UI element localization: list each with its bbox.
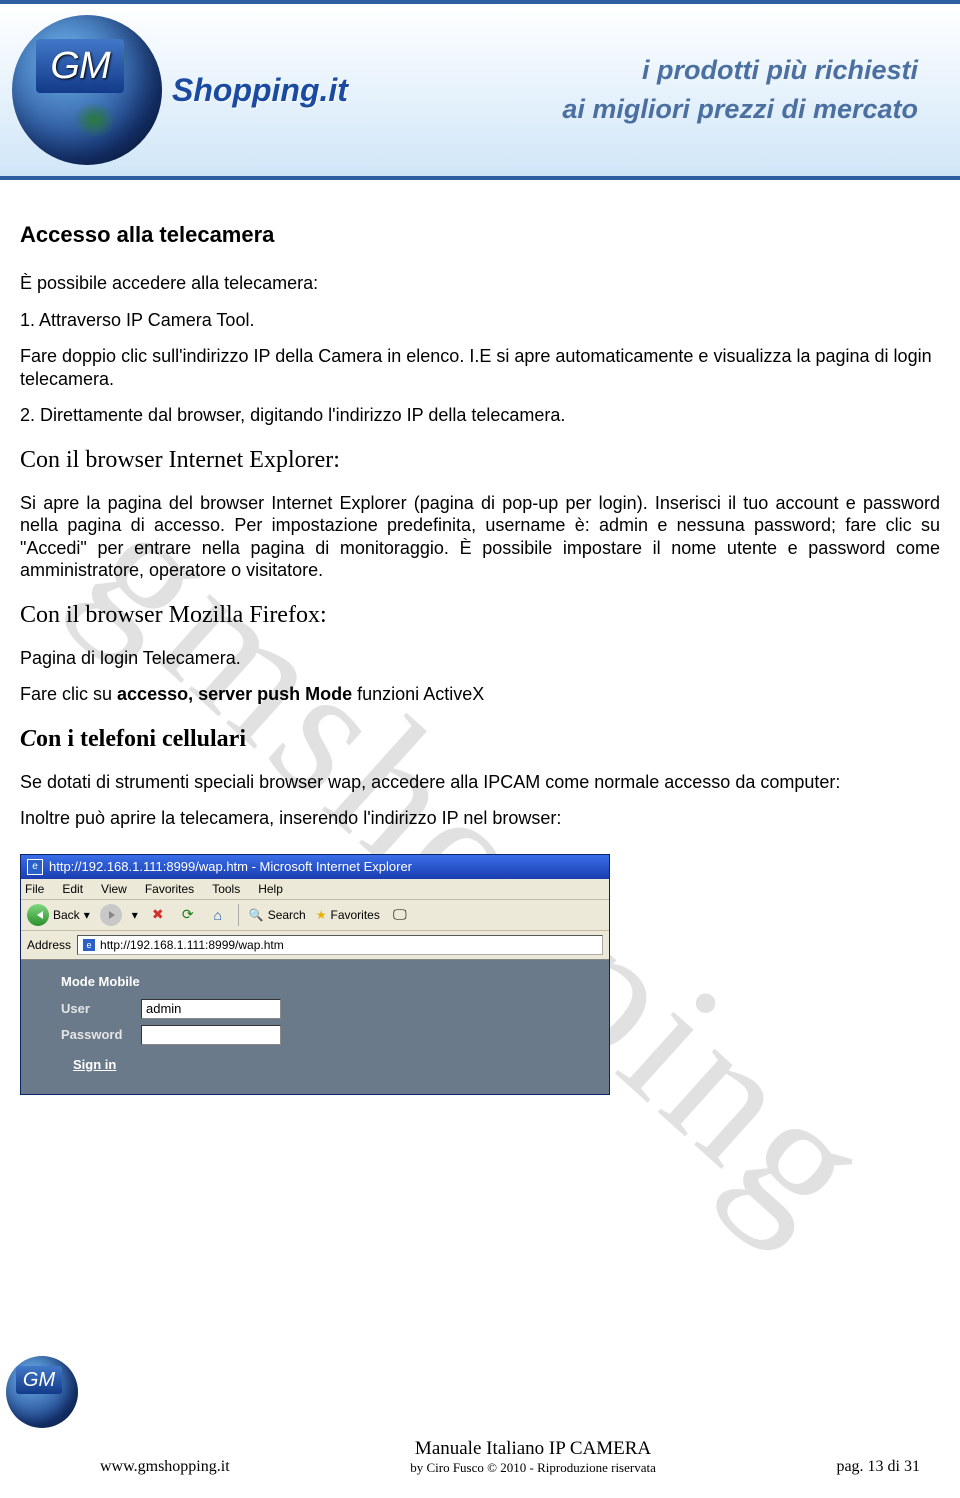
paragraph-firefox-2: Fare clic su accesso, server push Mode f… [20, 683, 940, 706]
header-banner: GM Shopping.it i prodotti più richiesti … [0, 0, 960, 180]
menu-favorites[interactable]: Favorites [145, 882, 194, 896]
document-body: Accesso alla telecamera È possibile acce… [0, 180, 960, 1095]
footer-site: www.gmshopping.it [100, 1458, 230, 1476]
address-value: http://192.168.1.111:8999/wap.htm [100, 938, 284, 952]
heading-ie: Con il browser Internet Explorer: [20, 447, 940, 474]
search-icon: 🔍 [249, 908, 264, 922]
heading-firefox: Con il browser Mozilla Firefox: [20, 602, 940, 629]
menu-help[interactable]: Help [258, 882, 283, 896]
footer-logo [6, 1356, 78, 1428]
separator [238, 904, 239, 926]
ie-title-text: http://192.168.1.111:8999/wap.htm - Micr… [49, 859, 412, 874]
tagline-line2: ai migliori prezzi di mercato [348, 90, 918, 129]
ff2-pre: Fare clic su [20, 684, 117, 704]
step-1-desc: Fare doppio clic sull'indirizzo IP della… [20, 345, 940, 390]
search-label: Search [268, 908, 306, 922]
page-icon: e [82, 938, 96, 952]
back-icon [27, 904, 49, 926]
user-input[interactable] [141, 999, 281, 1019]
menu-view[interactable]: View [101, 882, 127, 896]
user-label: User [61, 1001, 141, 1016]
address-label: Address [27, 938, 71, 952]
ie-toolbar: Back ▾ ▾ ✖ ⟳ ⌂ 🔍 Search ★ Favorites 🖵 [21, 900, 609, 931]
favorites-label: Favorites [331, 908, 380, 922]
menu-file[interactable]: File [25, 882, 44, 896]
intro-text: È possibile accedere alla telecamera: [20, 272, 940, 295]
chevron-down-icon: ▾ [132, 908, 138, 922]
search-button[interactable]: 🔍 Search [249, 908, 306, 922]
refresh-button[interactable]: ⟳ [178, 905, 198, 925]
ie-titlebar: e http://192.168.1.111:8999/wap.htm - Mi… [21, 855, 609, 879]
ie-menubar: File Edit View Favorites Tools Help [21, 879, 609, 900]
tagline: i prodotti più richiesti ai migliori pre… [348, 51, 948, 129]
mode-label: Mode Mobile [61, 974, 589, 989]
tagline-line1: i prodotti più richiesti [348, 51, 918, 90]
ie-icon: e [27, 859, 43, 875]
footer-page: pag. 13 di 31 [836, 1458, 920, 1476]
page-title: Accesso alla telecamera [20, 222, 940, 248]
paragraph-cell-1: Se dotati di strumenti speciali browser … [20, 771, 940, 794]
forward-button[interactable] [100, 904, 122, 926]
heading-cell-cap: C [20, 726, 36, 752]
ie-address-bar: Address e http://192.168.1.111:8999/wap.… [21, 931, 609, 960]
logo-text: Shopping.it [172, 72, 348, 109]
back-button[interactable]: Back ▾ [27, 904, 90, 926]
ie-page-body: Mode Mobile User Password Sign in [21, 960, 609, 1094]
footer: www.gmshopping.it Manuale Italiano IP CA… [0, 1438, 960, 1476]
address-input[interactable]: e http://192.168.1.111:8999/wap.htm [77, 935, 603, 955]
ff2-bold: accesso, server push Mode [117, 684, 352, 704]
back-label: Back [53, 908, 80, 922]
password-label: Password [61, 1027, 141, 1042]
signin-button[interactable]: Sign in [73, 1057, 589, 1072]
paragraph-firefox-1: Pagina di login Telecamera. [20, 647, 940, 670]
chevron-down-icon: ▾ [84, 908, 90, 922]
paragraph-ie: Si apre la pagina del browser Internet E… [20, 492, 940, 582]
heading-cellulari: Con i telefoni cellulari [20, 726, 940, 753]
footer-center: Manuale Italiano IP CAMERA by Ciro Fusco… [410, 1438, 656, 1476]
heading-cell-rest: on i telefoni cellulari [36, 726, 246, 752]
ff2-post: funzioni ActiveX [352, 684, 484, 704]
favorites-button[interactable]: ★ Favorites [316, 908, 380, 922]
gm-badge: GM [36, 39, 124, 93]
footer-manual: Manuale Italiano IP CAMERA [410, 1438, 656, 1460]
menu-tools[interactable]: Tools [212, 882, 240, 896]
step-1: 1. Attraverso IP Camera Tool. [20, 309, 940, 332]
stop-button[interactable]: ✖ [148, 905, 168, 925]
menu-edit[interactable]: Edit [62, 882, 83, 896]
star-icon: ★ [316, 908, 327, 922]
footer-copyright: by Ciro Fusco © 2010 - Riproduzione rise… [410, 1460, 656, 1476]
media-button[interactable]: 🖵 [390, 905, 410, 925]
home-button[interactable]: ⌂ [208, 905, 228, 925]
ie-window: e http://192.168.1.111:8999/wap.htm - Mi… [20, 854, 610, 1095]
step-2: 2. Direttamente dal browser, digitando l… [20, 404, 940, 427]
password-input[interactable] [141, 1025, 281, 1045]
paragraph-cell-2: Inoltre può aprire la telecamera, insere… [20, 807, 940, 830]
